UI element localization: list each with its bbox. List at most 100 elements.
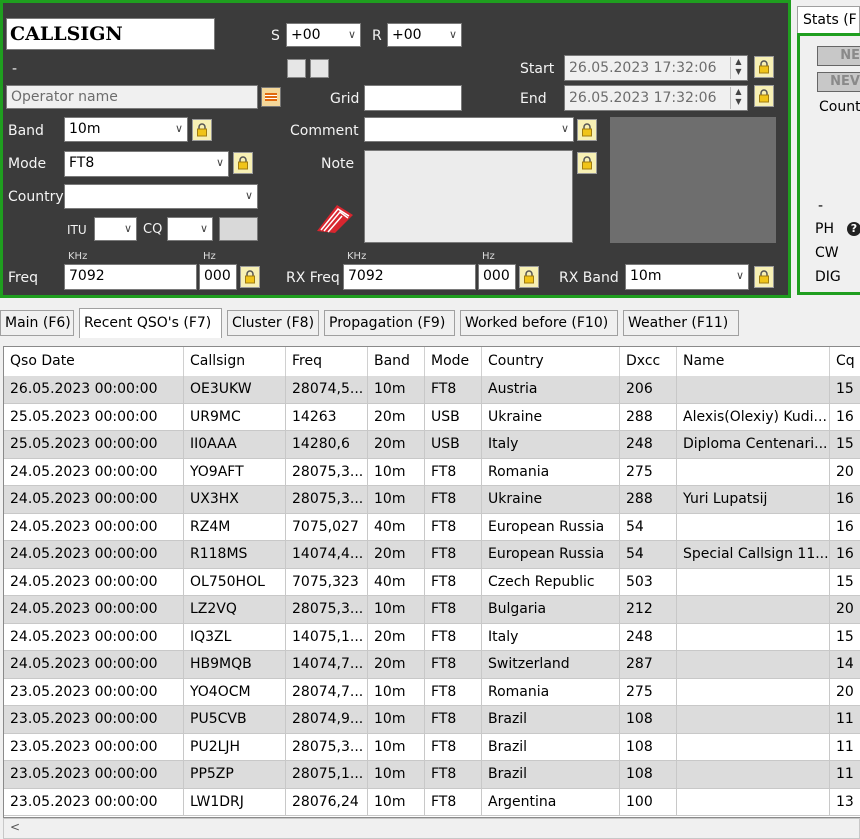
- spin-buttons[interactable]: ▲ ▼: [730, 87, 746, 109]
- table-row[interactable]: 24.05.2023 00:00:00 HB9MQB 14074,7... 20m FT…: [4, 651, 860, 679]
- callsign-input[interactable]: CALLSIGN: [6, 18, 215, 50]
- table-row[interactable]: 26.05.2023 00:00:00 OE3UKW 28074,5... 10m FT…: [4, 376, 860, 404]
- signal-sent-value: +00: [291, 27, 321, 43]
- edit-icon[interactable]: [313, 201, 357, 235]
- country-select[interactable]: ∨: [64, 184, 258, 209]
- signal-sent-select[interactable]: +00 ∨: [286, 23, 361, 47]
- scroll-left-icon[interactable]: <: [10, 820, 20, 834]
- cell-mode: FT8: [425, 706, 482, 734]
- end-datetime-input[interactable]: 26.05.2023 17:32:06 ▲ ▼: [564, 85, 748, 111]
- cell-qso-date: 24.05.2023 00:00:00: [4, 568, 184, 596]
- cell-name: [677, 596, 830, 624]
- tab-propagation[interactable]: Propagation (F9): [324, 310, 455, 336]
- table-row[interactable]: 23.05.2023 00:00:00 LW1DRJ 28076,24 10m FT8 A…: [4, 788, 860, 816]
- column-header-name[interactable]: Name: [677, 347, 830, 376]
- table-row[interactable]: 24.05.2023 00:00:00 LZ2VQ 28075,3... 10m FT8…: [4, 596, 860, 624]
- recent-qso-table: Qso Date Callsign Freq Band Mode Country Dxcc N…: [3, 346, 860, 818]
- table-row[interactable]: 24.05.2023 00:00:00 RZ4M 7075,027 40m FT8 Eur…: [4, 513, 860, 541]
- table-row[interactable]: 24.05.2023 00:00:00 IQ3ZL 14075,1... 20m FT8…: [4, 623, 860, 651]
- book-icon[interactable]: [261, 87, 281, 107]
- rx-freq-hz-input[interactable]: 000: [478, 264, 516, 290]
- rx-freq-lock-icon[interactable]: [519, 266, 539, 288]
- table-row[interactable]: 24.05.2023 00:00:00 R118MS 14074,4... 20m FT…: [4, 541, 860, 569]
- cq-label: CQ: [143, 222, 163, 237]
- rx-band-lock-icon[interactable]: [754, 266, 774, 288]
- cell-mode: FT8: [425, 596, 482, 624]
- horizontal-scrollbar[interactable]: <: [3, 818, 860, 839]
- start-datetime-input[interactable]: 26.05.2023 17:32:06 ▲ ▼: [564, 55, 748, 81]
- table-row[interactable]: 24.05.2023 00:00:00 OL750HOL 7075,323 40m FT…: [4, 568, 860, 596]
- column-header-country[interactable]: Country: [482, 347, 620, 376]
- stats-tab[interactable]: Stats (F: [797, 6, 860, 33]
- column-header-callsign[interactable]: Callsign: [184, 347, 286, 376]
- note-lock-icon[interactable]: [577, 152, 597, 174]
- extra-small-input[interactable]: [219, 217, 258, 241]
- cell-cq: 16: [830, 541, 860, 569]
- cell-callsign: IQ3ZL: [184, 623, 286, 651]
- end-datetime-value: 26.05.2023 17:32:06: [569, 90, 717, 106]
- tab-recent-qsos[interactable]: Recent QSO's (F7): [79, 308, 222, 338]
- cell-dxcc: 248: [620, 431, 677, 459]
- cq-select[interactable]: ∨: [167, 217, 213, 241]
- tab-cluster[interactable]: Cluster (F8): [227, 310, 319, 336]
- signal-received-select[interactable]: +00 ∨: [387, 23, 462, 47]
- comment-lock-icon[interactable]: [577, 119, 597, 141]
- toggle-box-2[interactable]: [310, 59, 329, 78]
- help-icon[interactable]: ?: [847, 222, 860, 236]
- freq-khz-input[interactable]: 7092: [64, 264, 197, 290]
- mode-select[interactable]: FT8 ∨: [64, 151, 229, 177]
- table-row[interactable]: 24.05.2023 00:00:00 YO9AFT 28075,3... 10m FT…: [4, 458, 860, 486]
- cell-dxcc: 288: [620, 403, 677, 431]
- cell-cq: 20: [830, 459, 860, 486]
- start-lock-icon[interactable]: [754, 56, 774, 78]
- cell-freq: 7075,323: [286, 568, 368, 596]
- column-header-freq[interactable]: Freq: [286, 347, 368, 376]
- cell-country: European Russia: [482, 541, 620, 569]
- itu-select[interactable]: ∨: [94, 217, 137, 241]
- cell-band: 20m: [368, 403, 425, 431]
- toggle-box-1[interactable]: [287, 59, 306, 78]
- column-header-cq[interactable]: Cq: [830, 347, 860, 376]
- tab-main-label: Main (F6): [5, 315, 71, 331]
- table-row[interactable]: 25.05.2023 00:00:00 UR9MC 14263 20m USB Ukrai…: [4, 403, 860, 431]
- freq-hz-input[interactable]: 000: [199, 264, 237, 290]
- stats-dig-label: DIG: [815, 269, 841, 285]
- table-row[interactable]: 23.05.2023 00:00:00 PU5CVB 28074,9... 10m FT…: [4, 706, 860, 734]
- table-row[interactable]: 25.05.2023 00:00:00 II0AAA 14280,6 20m USB It…: [4, 431, 860, 459]
- table-row[interactable]: 23.05.2023 00:00:00 YO4OCM 28074,7... 10m FT…: [4, 678, 860, 706]
- table-row[interactable]: 24.05.2023 00:00:00 UX3HX 28075,3... 10m FT8…: [4, 486, 860, 514]
- comment-select[interactable]: ∨: [364, 117, 574, 142]
- column-header-dxcc[interactable]: Dxcc: [620, 347, 677, 376]
- spin-buttons[interactable]: ▲ ▼: [730, 57, 746, 79]
- cell-band: 40m: [368, 568, 425, 596]
- freq-hz-unit: Hz: [203, 251, 216, 262]
- operator-name-input[interactable]: Operator name: [6, 85, 258, 109]
- column-header-band[interactable]: Band: [368, 347, 425, 376]
- mode-lock-icon[interactable]: [233, 152, 253, 174]
- cell-mode: USB: [425, 403, 482, 431]
- column-header-mode[interactable]: Mode: [425, 347, 482, 376]
- band-select[interactable]: 10m ∨: [64, 117, 188, 142]
- cell-dxcc: 288: [620, 486, 677, 514]
- freq-lock-icon[interactable]: [240, 266, 260, 288]
- chevron-down-icon: ∨: [244, 189, 253, 202]
- end-lock-icon[interactable]: [754, 85, 774, 107]
- cell-name: [677, 761, 830, 789]
- cell-mode: FT8: [425, 623, 482, 651]
- tab-weather-label: Weather (F11): [628, 315, 729, 331]
- band-lock-icon[interactable]: [192, 119, 212, 141]
- tab-main[interactable]: Main (F6): [0, 310, 74, 336]
- tab-weather[interactable]: Weather (F11): [623, 310, 739, 336]
- table-row[interactable]: 23.05.2023 00:00:00 PP5ZP 28075,1... 10m FT8…: [4, 761, 860, 789]
- table-row[interactable]: 23.05.2023 00:00:00 PU2LJH 28075,3... 10m FT…: [4, 733, 860, 761]
- tab-worked-before[interactable]: Worked before (F10): [460, 310, 618, 336]
- column-header-qso-date[interactable]: Qso Date: [4, 347, 184, 376]
- grid-input[interactable]: [364, 85, 462, 111]
- cell-band: 10m: [368, 733, 425, 761]
- rx-freq-khz-input[interactable]: 7092: [343, 264, 476, 290]
- note-textarea[interactable]: [364, 150, 573, 243]
- cell-callsign: PP5ZP: [184, 761, 286, 789]
- rx-band-select[interactable]: 10m ∨: [625, 264, 749, 290]
- cell-dxcc: 54: [620, 541, 677, 569]
- cell-qso-date: 25.05.2023 00:00:00: [4, 403, 184, 431]
